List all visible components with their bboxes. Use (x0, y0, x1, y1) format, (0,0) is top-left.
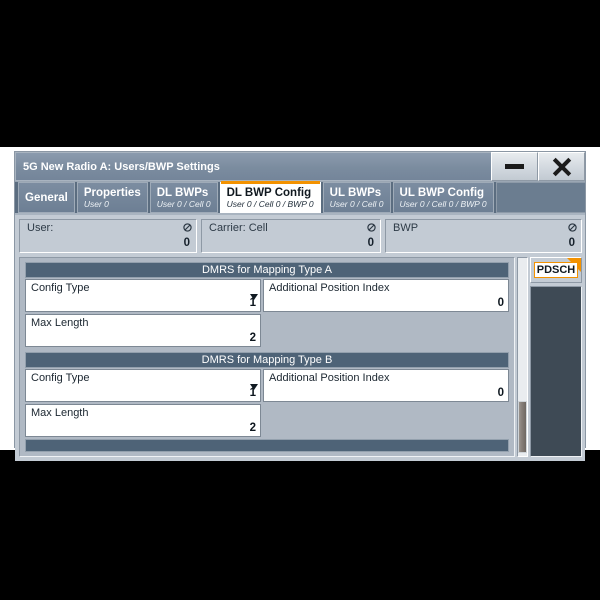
tab-sublabel: User 0 / Cell 0 (329, 198, 384, 209)
side-tab-column: PDSCH (530, 257, 582, 457)
field-config-type-a[interactable]: Config Type 1 (25, 279, 261, 312)
carrier-cell-selector[interactable]: Carrier: Cell 0 (201, 219, 381, 253)
letterbox-bottom (0, 450, 600, 600)
row: Max Length 2 (25, 314, 509, 347)
tab-label: General (25, 191, 68, 204)
bwp-selector-value: 0 (568, 237, 575, 249)
tab-strip-filler (495, 182, 585, 213)
tab-sublabel: User 0 / Cell 0 / BWP 0 (226, 198, 314, 209)
settings-panel: DMRS for Mapping Type A Config Type 1 Ad… (19, 257, 515, 457)
field-max-length-a[interactable]: Max Length 2 (25, 314, 261, 347)
users-bwp-settings-window: 5G New Radio A: Users/BWP Settings Gener… (14, 151, 586, 461)
tab-general[interactable]: General (18, 182, 75, 213)
disabled-indicator-icon (367, 223, 376, 232)
bwp-selector-label: BWP (393, 222, 419, 234)
tab-label: UL BWPs (329, 186, 382, 199)
tab-ul-bwp-config[interactable]: UL BWP Config User 0 / Cell 0 / BWP 0 (392, 182, 494, 213)
field-config-type-b[interactable]: Config Type 1 (25, 369, 261, 402)
field-max-length-b[interactable]: Max Length 2 (25, 404, 261, 437)
tab-label: Properties (83, 186, 141, 199)
content-area: DMRS for Mapping Type A Config Type 1 Ad… (19, 257, 582, 457)
scrollbar-thumb[interactable] (518, 401, 527, 453)
side-panel (530, 286, 582, 457)
tab-strip: General Properties User 0 DL BWPs User 0… (15, 181, 585, 215)
field-placeholder-a (263, 314, 509, 347)
field-value: 2 (249, 422, 256, 434)
user-selector[interactable]: User: 0 (19, 219, 197, 253)
tab-label: UL BWP Config (399, 186, 485, 199)
letterbox-top (0, 0, 600, 147)
vertical-scrollbar[interactable] (517, 257, 528, 457)
group-header-mapping-type-b: DMRS for Mapping Type B (25, 352, 509, 368)
group-header-mapping-type-a: DMRS for Mapping Type A (25, 262, 509, 278)
close-icon (552, 157, 572, 177)
disabled-indicator-icon (568, 223, 577, 232)
tab-ul-bwps[interactable]: UL BWPs User 0 / Cell 0 (322, 182, 391, 213)
minimize-icon (505, 164, 524, 169)
carrier-cell-selector-value: 0 (367, 237, 374, 249)
field-label: Max Length (31, 407, 89, 419)
user-selector-label: User: (27, 222, 54, 234)
tab-dl-bwp-config[interactable]: DL BWP Config User 0 / Cell 0 / BWP 0 (219, 181, 321, 213)
field-additional-position-index-b[interactable]: Additional Position Index 0 (263, 369, 509, 402)
group-footer-bar (25, 439, 509, 452)
field-label: Config Type (31, 282, 90, 294)
selector-row: User: 0 Carrier: Cell 0 BWP 0 (19, 219, 582, 253)
tab-sublabel: User 0 / Cell 0 (156, 198, 211, 209)
window-title: 5G New Radio A: Users/BWP Settings (15, 152, 491, 181)
field-label: Config Type (31, 372, 90, 384)
field-value: 1 (249, 387, 256, 399)
field-value: 0 (497, 297, 504, 309)
close-button[interactable] (538, 152, 585, 181)
screen-root: 5G New Radio A: Users/BWP Settings Gener… (0, 0, 600, 600)
window-title-bar: 5G New Radio A: Users/BWP Settings (15, 152, 585, 182)
field-additional-position-index-a[interactable]: Additional Position Index 0 (263, 279, 509, 312)
carrier-cell-selector-label: Carrier: Cell (209, 222, 268, 234)
chevron-down-icon[interactable] (250, 294, 258, 300)
row: Config Type 1 Additional Position Index … (25, 369, 509, 402)
row: Max Length 2 (25, 404, 509, 437)
tab-label: DL BWP Config (226, 186, 312, 199)
row: Config Type 1 Additional Position Index … (25, 279, 509, 312)
field-label: Additional Position Index (269, 282, 390, 294)
user-selector-value: 0 (183, 237, 190, 249)
side-tab-pdsch[interactable]: PDSCH (530, 257, 582, 283)
field-value: 2 (249, 332, 256, 344)
disabled-indicator-icon (183, 223, 192, 232)
chevron-down-icon[interactable] (250, 384, 258, 390)
minimize-button[interactable] (491, 152, 538, 181)
bwp-selector[interactable]: BWP 0 (385, 219, 582, 253)
tab-sublabel: User 0 / Cell 0 / BWP 0 (399, 198, 487, 209)
window-body: User: 0 Carrier: Cell 0 BWP 0 DMRS for M… (15, 215, 585, 461)
field-label: Additional Position Index (269, 372, 390, 384)
field-label: Max Length (31, 317, 89, 329)
field-value: 0 (497, 387, 504, 399)
side-tab-label: PDSCH (533, 262, 579, 278)
tab-sublabel: User 0 (83, 198, 109, 209)
tab-dl-bwps[interactable]: DL BWPs User 0 / Cell 0 (149, 182, 218, 213)
field-value: 1 (249, 297, 256, 309)
tab-properties[interactable]: Properties User 0 (76, 182, 148, 213)
tab-label: DL BWPs (156, 186, 209, 199)
field-placeholder-b (263, 404, 509, 437)
